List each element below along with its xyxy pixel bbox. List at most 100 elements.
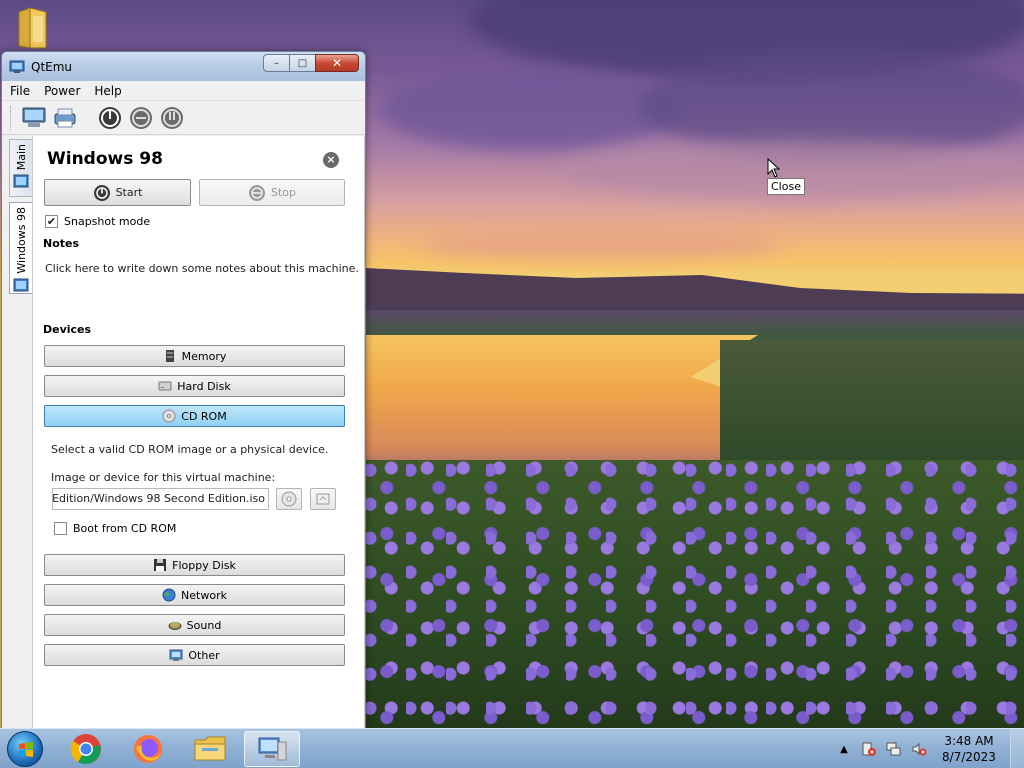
close-tooltip: Close (767, 178, 805, 195)
stop-button[interactable]: Stop (199, 179, 345, 206)
window-title: QtEmu (31, 59, 73, 74)
cdrom-image-value: Windows 98 Second Edition/Windows 98 Sec… (52, 492, 265, 505)
system-tray: ▲ 3:48 AM 8/7/2023 (836, 729, 1024, 768)
tab-main[interactable]: Main (9, 139, 32, 197)
show-desktop-button[interactable] (1010, 729, 1024, 768)
other-device-button[interactable]: Other (44, 644, 345, 666)
cdrom-image-input[interactable]: Windows 98 Second Edition/Windows 98 Sec… (52, 488, 269, 510)
floppy-label: Floppy Disk (172, 558, 236, 572)
menu-bar: File Power Help (2, 81, 365, 101)
windows-logo-icon (19, 742, 33, 757)
title-bar[interactable]: QtEmu – □ ✕ (2, 52, 365, 81)
taskbar: ▲ 3:48 AM 8/7/2023 (0, 728, 1024, 768)
close-button[interactable]: ✕ (315, 54, 359, 72)
hard-disk-device-button[interactable]: Hard Disk (44, 375, 345, 397)
boot-cdrom-row: Boot from CD ROM (54, 522, 176, 535)
stop-label: Stop (270, 186, 296, 199)
sound-device-button[interactable]: Sound (44, 614, 345, 636)
taskbar-firefox[interactable] (120, 731, 176, 767)
cdrom-image-label: Image or device for this virtual machine… (51, 471, 276, 484)
notes-heading: Notes (43, 237, 80, 250)
printer-icon (54, 108, 76, 127)
start-button[interactable] (7, 731, 43, 767)
maximize-button[interactable]: □ (289, 54, 316, 72)
other-label: Other (188, 648, 220, 662)
menu-help[interactable]: Help (94, 84, 121, 98)
memory-device-button[interactable]: Memory (44, 345, 345, 367)
snapshot-mode-checkbox[interactable]: ✔ (45, 215, 58, 228)
power-pause-icon (130, 106, 152, 129)
file-explorer-icon (194, 736, 226, 761)
machine-name: Windows 98 (47, 149, 163, 169)
hard-disk-label: Hard Disk (177, 379, 231, 393)
volume-muted-icon[interactable] (911, 741, 927, 757)
power-on-icon (99, 106, 121, 129)
qtemu-icon (258, 737, 287, 761)
desktop-folder-icon[interactable] (16, 6, 50, 50)
minimize-button[interactable]: – (263, 54, 290, 72)
boot-cdrom-label: Boot from CD ROM (73, 522, 177, 535)
other-device-icon (169, 649, 183, 661)
power-on-button[interactable] (96, 104, 124, 132)
stop-icon (248, 184, 265, 201)
taskbar-chrome[interactable] (58, 731, 114, 767)
tab-windows-98[interactable]: Windows 98 (9, 202, 32, 294)
mouse-cursor-icon (767, 158, 781, 178)
cd-rom-device-button[interactable]: CD ROM (44, 405, 345, 427)
notes-field[interactable]: Click here to write down some notes abou… (45, 262, 359, 275)
snapshot-mode-label: Snapshot mode (64, 215, 151, 228)
reset-button[interactable] (158, 104, 186, 132)
open-machine-button[interactable] (51, 104, 79, 132)
speaker-icon (168, 622, 182, 630)
clock[interactable]: 3:48 AM 8/7/2023 (936, 733, 1002, 765)
globe-icon (162, 588, 176, 602)
network-label: Network (181, 588, 227, 602)
toolbar-grip[interactable] (10, 105, 12, 130)
boot-cdrom-checkbox[interactable] (54, 522, 67, 535)
menu-power[interactable]: Power (44, 84, 80, 98)
vm-tab-icon (13, 278, 29, 292)
power-on-icon (93, 184, 110, 201)
floppy-device-button[interactable]: Floppy Disk (44, 554, 345, 576)
cd-icon (281, 491, 297, 507)
taskbar-qtemu[interactable] (244, 731, 300, 767)
new-machine-button[interactable] (20, 104, 48, 132)
hard-disk-icon (158, 381, 172, 391)
close-machine-icon[interactable]: × (323, 152, 339, 168)
taskbar-file-explorer[interactable] (182, 731, 238, 767)
network-tray-icon[interactable] (886, 741, 902, 757)
show-hidden-icons-button[interactable]: ▲ (836, 741, 852, 757)
clock-time: 3:48 AM (944, 734, 994, 748)
tab-windows-98-label: Windows 98 (14, 207, 28, 274)
devices-heading: Devices (43, 323, 92, 336)
cd-rom-label: CD ROM (181, 409, 227, 423)
qtemu-app-icon (9, 60, 25, 73)
browse-image-button[interactable] (310, 488, 336, 510)
start-label: Start (115, 186, 143, 199)
menu-file[interactable]: File (10, 84, 30, 98)
memory-icon (165, 350, 174, 362)
power-reset-icon (161, 106, 183, 129)
snapshot-mode-row: ✔ Snapshot mode (45, 215, 150, 228)
toolbar (2, 101, 365, 135)
qtemu-window: QtEmu – □ ✕ File Power Help Main Windows… (1, 51, 366, 731)
pause-button[interactable] (127, 104, 155, 132)
computer-icon (22, 107, 46, 127)
start-button[interactable]: Start (44, 179, 191, 206)
physical-cd-button[interactable] (276, 488, 302, 510)
clock-date: 8/7/2023 (942, 750, 996, 764)
sound-label: Sound (186, 618, 222, 632)
machine-panel: Windows 98 × Start Stop ✔ Snapshot mode … (33, 136, 365, 730)
chrome-icon (70, 734, 101, 765)
tab-main-label: Main (14, 144, 28, 171)
action-center-icon[interactable] (861, 741, 877, 757)
cd-icon (162, 409, 176, 423)
firefox-icon (134, 735, 162, 763)
memory-label: Memory (181, 349, 227, 363)
cdrom-instruction: Select a valid CD ROM image or a physica… (51, 443, 329, 456)
floppy-disk-icon (154, 559, 167, 571)
machine-tabs: Main Windows 98 (2, 136, 33, 730)
network-device-button[interactable]: Network (44, 584, 345, 606)
main-tab-icon (13, 174, 29, 188)
open-file-icon (316, 493, 330, 505)
